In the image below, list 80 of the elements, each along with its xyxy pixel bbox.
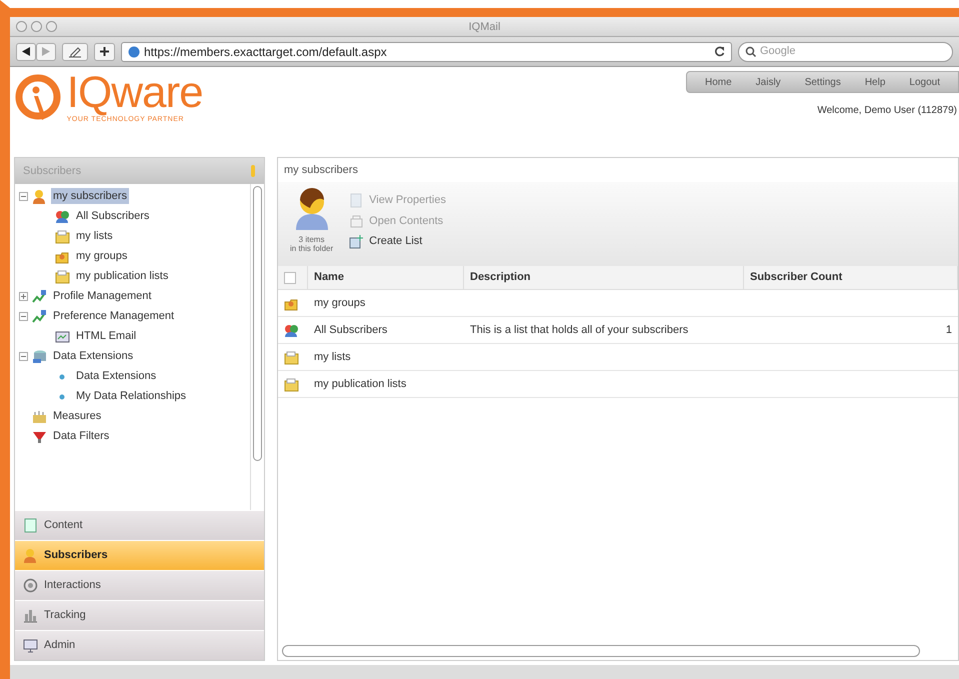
collapse-toggle[interactable] [19,312,28,320]
section-tab[interactable]: Admin [15,630,264,660]
item-count: 3 items [298,234,324,244]
tree-item[interactable]: my publication lists [74,268,170,284]
action-icon [349,213,364,228]
section-tab[interactable]: Interactions [15,570,264,600]
tree-item[interactable]: Data Filters [51,428,112,444]
nav-button[interactable]: Help [852,74,898,90]
globe-icon [128,46,140,58]
folder-title: my subscribers [283,162,359,178]
people-icon [55,208,70,224]
action-button[interactable]: Create List [349,233,446,250]
box-icon [32,408,47,424]
collapse-toggle[interactable] [19,192,28,200]
logo-text: IQware [66,71,203,115]
panel-title: Subscribers [23,164,82,179]
nav-button[interactable]: Home [692,74,744,90]
section-tab[interactable]: Tracking [15,600,264,630]
address-field[interactable]: https://members.exacttarget.com/default.aspx [121,42,732,62]
add-bookmark-button[interactable] [94,42,115,60]
back-button[interactable] [16,42,36,60]
bar-chart-icon [23,608,38,623]
collapse-toggle[interactable] [19,352,28,360]
row-name: my publication lists [314,376,406,392]
back-icon [22,47,30,56]
nav-button[interactable]: Logout [897,74,952,90]
close-button[interactable] [16,21,27,32]
row-name: my lists [314,350,351,365]
column-header[interactable]: Description [464,266,744,290]
column-header[interactable]: Name [308,266,464,290]
section-tab[interactable]: Subscribers [15,540,264,570]
database-icon [32,348,47,364]
tree-item[interactable]: my lists [74,228,115,244]
row-name: my groups [314,296,366,311]
pencil-icon [68,46,82,58]
select-all-checkbox[interactable] [284,272,296,284]
monitor-icon [23,638,38,653]
list-icon [284,376,299,392]
people-icon [284,322,299,338]
nav-button[interactable]: Jaisly [744,74,793,90]
list-icon [55,268,70,284]
gear-icon [23,578,38,593]
email-icon [55,328,70,344]
search-icon [745,46,757,58]
tree-item[interactable]: my groups [74,248,130,264]
column-header[interactable]: Subscriber Count [744,266,958,290]
row-description: This is a list that holds all of your subscribers [470,322,688,338]
person-icon [23,548,38,563]
list-icon [55,228,70,244]
row-name: All Subscribers [314,322,388,338]
document-icon [23,518,38,533]
forward-icon [42,47,50,56]
plus-icon [100,47,109,56]
tree-item[interactable]: Data Extensions [51,348,136,364]
tree-item[interactable]: Preference Management [51,308,176,324]
tree-item[interactable]: Data Extensions [74,368,158,384]
tree-item[interactable]: HTML Email [74,328,138,344]
zoom-button[interactable] [46,21,57,32]
list-icon [284,350,299,364]
window-title: IQMail [468,21,500,33]
expand-toggle[interactable] [19,292,28,300]
edit-button[interactable] [62,42,88,60]
action-icon [349,192,364,208]
chart-icon [32,288,47,304]
nav-button[interactable]: Settings [792,74,853,90]
minimize-button[interactable] [31,21,42,32]
count-note: in this folder [290,244,334,253]
tree-item[interactable]: my subscribers [51,188,129,204]
scrollbar[interactable] [250,184,264,510]
tree-item[interactable]: My Data Relationships [74,388,188,404]
welcome-text: Welcome, Demo User (112879) [817,104,958,118]
row-count: 1 [946,322,952,338]
tree-item[interactable]: Measures [51,408,104,424]
reload-icon[interactable] [714,46,725,57]
tree-item[interactable]: Profile Management [51,288,154,304]
chart-icon [32,308,47,324]
person-icon [32,188,47,204]
tree-item[interactable]: All Subscribers [74,208,152,224]
section-tab[interactable]: Content [15,510,264,540]
action-icon [349,234,364,249]
